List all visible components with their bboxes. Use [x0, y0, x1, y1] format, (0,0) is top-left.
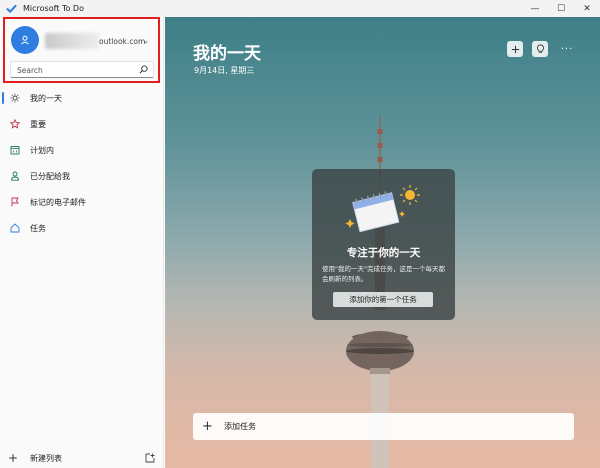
more-options-button[interactable]: ···: [559, 41, 575, 57]
star-icon: [10, 119, 20, 129]
avatar[interactable]: [11, 26, 39, 54]
minimize-button[interactable]: —: [522, 0, 548, 17]
sidebar-item-planned[interactable]: 计划内: [0, 137, 163, 163]
search-input[interactable]: [17, 64, 137, 76]
sidebar-item-my-day[interactable]: 我的一天: [0, 85, 163, 111]
sidebar-item-assigned[interactable]: 已分配给我: [0, 163, 163, 189]
app-title: Microsoft To Do: [23, 4, 84, 13]
todo-logo-icon: [6, 4, 17, 14]
new-list-row[interactable]: + 新建列表: [0, 448, 163, 468]
lightbulb-icon: [536, 44, 544, 54]
sidebar: outlook.com ⌄ 我的一天 重要: [0, 17, 164, 468]
add-task-bar[interactable]: + 添加任务: [193, 413, 574, 440]
add-first-task-button[interactable]: 添加你的第一个任务: [333, 292, 433, 307]
user-icon: [21, 35, 29, 45]
home-icon: [10, 223, 20, 233]
plus-icon: +: [202, 419, 213, 434]
account-highlight-box: outlook.com ⌄: [3, 17, 160, 83]
sidebar-item-label: 任务: [30, 223, 46, 233]
sidebar-item-label: 我的一天: [30, 93, 62, 103]
page-date: 9月14日, 星期三: [194, 66, 255, 75]
sidebar-item-label: 已分配给我: [30, 171, 70, 181]
sun-icon: [10, 93, 20, 103]
suggestions-button[interactable]: [532, 41, 548, 57]
new-list-label[interactable]: 新建列表: [30, 453, 62, 464]
page-title: 我的一天: [193, 44, 261, 64]
sidebar-item-label: 标记的电子邮件: [30, 197, 86, 207]
plus-icon: [511, 45, 519, 53]
title-bar: Microsoft To Do — ☐ ✕: [0, 0, 600, 17]
sidebar-item-flagged-email[interactable]: 标记的电子邮件: [0, 189, 163, 215]
focus-title: 专注于你的一天: [346, 247, 421, 259]
person-icon: [11, 171, 19, 181]
sidebar-item-label: 重要: [30, 119, 46, 129]
sidebar-item-important[interactable]: 重要: [0, 111, 163, 137]
new-group-icon[interactable]: [145, 453, 155, 463]
account-name-redacted: [45, 33, 100, 49]
plus-icon: +: [8, 451, 19, 465]
calendar-icon: [10, 146, 20, 155]
focus-card: 专注于你的一天 使用"我的一天"完成任务，这是一个每天都会刷新的列表。 添加你的…: [312, 169, 455, 320]
sidebar-item-label: 计划内: [30, 145, 54, 155]
my-day-main: 我的一天 9月14日, 星期三 ··· 专注于你的一天 使用"我的一天"完成任务…: [165, 17, 600, 468]
search-box[interactable]: [10, 61, 154, 78]
focus-description: 使用"我的一天"完成任务，这是一个每天都会刷新的列表。: [322, 265, 445, 283]
flag-icon: [11, 197, 19, 207]
maximize-button[interactable]: ☐: [548, 0, 574, 17]
add-suggestion-button[interactable]: [507, 41, 523, 57]
calendar-illustration: [345, 185, 420, 233]
add-task-label[interactable]: 添加任务: [224, 421, 256, 432]
close-button[interactable]: ✕: [574, 0, 600, 17]
account-email[interactable]: outlook.com: [99, 37, 145, 46]
search-icon[interactable]: [139, 65, 148, 74]
nav-list: 我的一天 重要 计划内 已分配给我 标记的电子邮件 任务: [0, 85, 163, 241]
sidebar-item-tasks[interactable]: 任务: [0, 215, 163, 241]
chevron-down-icon[interactable]: ⌄: [143, 37, 149, 45]
